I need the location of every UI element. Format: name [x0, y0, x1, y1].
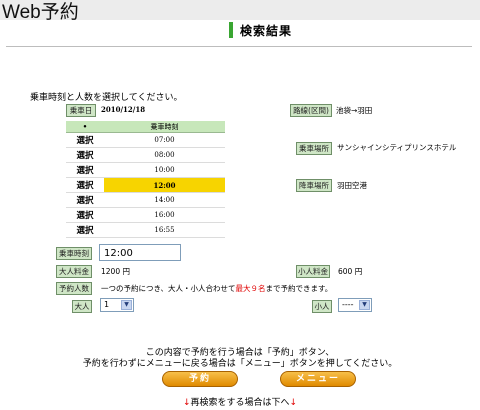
- departure-time: 10:00: [104, 162, 225, 178]
- title-accent-bar: [229, 22, 233, 38]
- research-link[interactable]: ↓再検索をする場合は下へ↓: [0, 395, 480, 408]
- route-label: 路線(区間): [290, 104, 332, 117]
- timetable-header-time: 乗車時刻: [104, 121, 225, 133]
- down-arrow-icon: ↓: [289, 398, 298, 408]
- select-link[interactable]: 選択: [66, 147, 104, 163]
- departure-time: 12:00: [104, 177, 225, 193]
- select-link[interactable]: 選択: [66, 192, 104, 208]
- children-count-label: 小人: [312, 300, 332, 313]
- timetable-header-marker: •: [66, 121, 104, 133]
- table-row: 選択 14:00: [66, 192, 225, 208]
- page-title: 検索結果: [240, 24, 293, 38]
- party-size-note-post: まで予約できます。: [265, 284, 333, 293]
- departure-time: 14:00: [104, 192, 225, 208]
- child-fare-label: 小人料金: [296, 265, 330, 278]
- table-row: 選択 08:00: [66, 147, 225, 163]
- select-link[interactable]: 選択: [66, 207, 104, 223]
- adults-count-label: 大人: [72, 300, 92, 313]
- chevron-down-icon: ▼: [121, 300, 132, 310]
- table-row-selected: 選択 12:00: [66, 177, 225, 193]
- research-text: 再検索をする場合は下へ: [190, 398, 290, 408]
- select-link[interactable]: 選択: [66, 222, 104, 238]
- departure-time: 08:00: [104, 147, 225, 163]
- alighting-place-value: 羽田空港: [337, 181, 367, 190]
- boarding-time-label: 乗車時刻: [56, 247, 92, 260]
- confirm-line-2: 予約を行わずにメニューに戻る場合は「メニュー」ボタンを押してください。: [82, 359, 398, 369]
- chevron-down-icon: ▼: [359, 300, 370, 310]
- party-size-note-max: 最大９名: [235, 284, 266, 293]
- select-link[interactable]: 選択: [66, 177, 104, 193]
- child-fare-value: 600 円: [338, 267, 363, 276]
- boarding-place-label: 乗車場所: [296, 142, 332, 155]
- alighting-place-label: 降車場所: [296, 179, 332, 192]
- adults-count-select[interactable]: 1 ▼: [100, 298, 134, 312]
- children-count-select[interactable]: ---- ▼: [338, 298, 372, 312]
- table-row: 選択 16:00: [66, 207, 225, 223]
- timetable-header: • 乗車時刻: [66, 121, 225, 133]
- boarding-time-field[interactable]: 12:00: [99, 244, 181, 261]
- select-link[interactable]: 選択: [66, 162, 104, 178]
- instruction-text: 乗車時刻と人数を選択してください。: [30, 93, 183, 103]
- adult-fare-label: 大人料金: [56, 265, 92, 278]
- adults-count-value: 1: [104, 300, 110, 309]
- select-link[interactable]: 選択: [66, 132, 104, 148]
- party-size-note-pre: 一つの予約につき、大人・小人合わせて: [101, 284, 236, 293]
- departure-time: 16:00: [104, 207, 225, 223]
- table-row: 選択 16:55: [66, 222, 225, 238]
- boarding-date-label: 乗車日: [66, 104, 96, 117]
- table-row: 選択 07:00: [66, 132, 225, 148]
- route-value: 池袋→羽田: [336, 106, 373, 115]
- boarding-place-value: サンシャインシティプリンスホテル: [337, 143, 457, 152]
- menu-button[interactable]: メニュー: [280, 371, 356, 387]
- brand-title: Web予約: [2, 2, 79, 23]
- reserve-button[interactable]: 予約: [162, 371, 238, 387]
- party-size-note: 一つの予約につき、大人・小人合わせて最大９名まで予約できます。: [101, 283, 332, 294]
- adult-fare-value: 1200 円: [101, 267, 130, 276]
- timetable: • 乗車時刻 選択 07:00 選択 08:00 選択 10:00 選択 12:…: [66, 121, 225, 238]
- departure-time: 07:00: [104, 132, 225, 148]
- children-count-value: ----: [342, 300, 354, 309]
- boarding-date-value: 2010/12/18: [101, 105, 146, 114]
- table-row: 選択 10:00: [66, 162, 225, 178]
- divider: [6, 46, 472, 47]
- departure-time: 16:55: [104, 222, 225, 238]
- app-header: Web予約: [0, 0, 480, 23]
- party-size-label: 予約人数: [56, 282, 92, 295]
